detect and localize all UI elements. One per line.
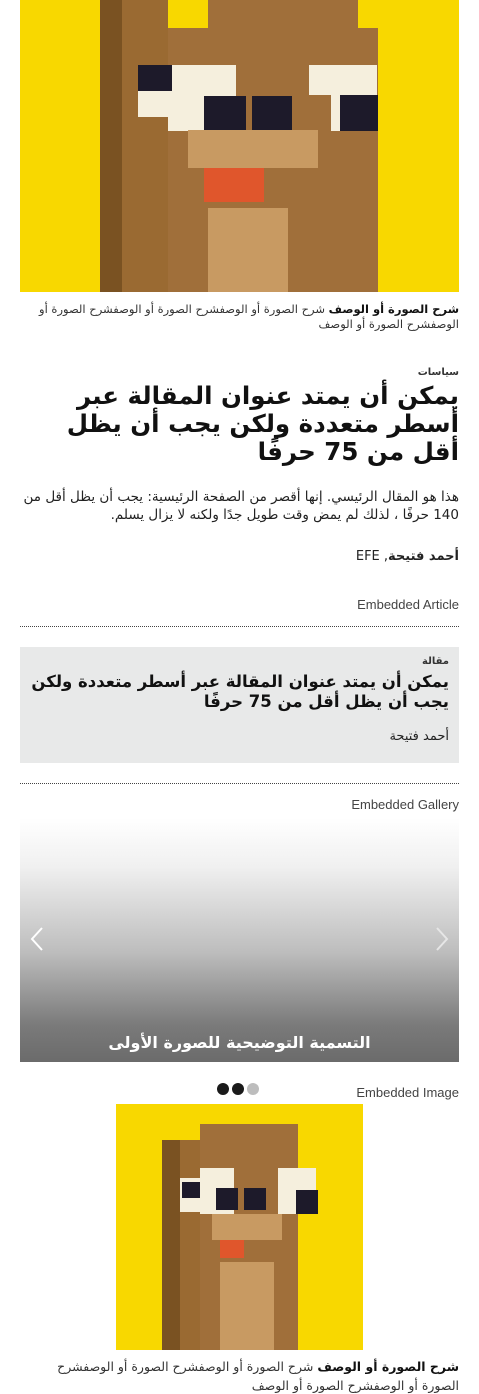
card-section-label: مقالة <box>422 656 449 667</box>
hero-caption: شرح الصورة أو الوصف شرح الصورة أو الوصفش… <box>20 302 459 332</box>
chevron-left-icon[interactable] <box>28 926 48 952</box>
embedded-image-caption: شرح الصورة أو الوصف شرح الصورة أو الوصفش… <box>20 1357 459 1394</box>
embedded-gallery-label: Embedded Gallery <box>351 797 459 812</box>
card-author: أحمد فتيحة <box>389 729 449 744</box>
hero-image <box>20 0 459 292</box>
divider <box>20 626 459 627</box>
gallery-dot[interactable] <box>217 1083 229 1095</box>
hero-caption-title: شرح الصورة أو الوصف <box>328 302 459 316</box>
gallery-pagination <box>217 1083 259 1095</box>
divider <box>20 783 459 784</box>
author-name[interactable]: أحمد فتيحة <box>388 549 459 564</box>
image-gallery[interactable]: التسمية التوضيحية للصورة الأولى <box>20 818 459 1062</box>
card-title[interactable]: يمكن أن يمتد عنوان المقالة عبر أسطر متعد… <box>29 672 449 712</box>
byline: أحمد فتيحة, EFE <box>20 549 459 564</box>
agency-name: , EFE <box>355 549 389 564</box>
gallery-dot[interactable] <box>247 1083 259 1095</box>
embedded-article-label: Embedded Article <box>357 597 459 612</box>
pixel-dog-icon <box>20 0 459 292</box>
article-dek: هذا هو المقال الرئيسي. إنها أقصر من الصف… <box>23 489 459 523</box>
embedded-image-caption-title: شرح الصورة أو الوصف <box>317 1359 459 1374</box>
section-label[interactable]: سياسات <box>418 367 459 378</box>
embedded-image-label: Embedded Image <box>356 1085 459 1100</box>
article-page: شرح الصورة أو الوصف شرح الصورة أو الوصفش… <box>0 0 479 1394</box>
embedded-article-card[interactable]: مقالة يمكن أن يمتد عنوان المقالة عبر أسط… <box>20 647 459 763</box>
gallery-caption: التسمية التوضيحية للصورة الأولى <box>108 1033 371 1052</box>
embedded-image <box>116 1104 363 1350</box>
gallery-dot[interactable] <box>232 1083 244 1095</box>
pixel-dog-icon <box>116 1104 363 1350</box>
chevron-right-icon[interactable] <box>431 926 451 952</box>
article-headline: يمكن أن يمتد عنوان المقالة عبر أسطر متعد… <box>66 381 459 466</box>
